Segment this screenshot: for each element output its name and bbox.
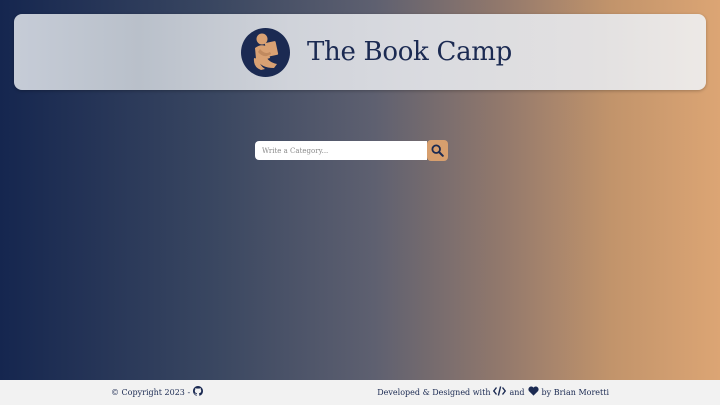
credits-prefix: Developed & Designed with [377, 387, 491, 397]
credits-and: and [509, 387, 525, 397]
github-icon[interactable] [193, 386, 204, 398]
copyright-text: © Copyright 2023 - [111, 387, 191, 397]
search-icon [431, 144, 444, 157]
search-input[interactable] [255, 141, 427, 160]
search-button[interactable] [427, 140, 448, 161]
code-icon [493, 386, 507, 398]
footer: © Copyright 2023 - Developed & Designed … [0, 380, 720, 405]
credits-suffix: by Brian Moretti [541, 387, 609, 397]
credits: Developed & Designed with and by Brian M… [377, 386, 609, 398]
page-title: The Book Camp [307, 37, 512, 67]
heart-icon [527, 386, 539, 398]
reading-person-logo-icon[interactable] [241, 28, 290, 77]
copyright: © Copyright 2023 - [111, 386, 206, 398]
